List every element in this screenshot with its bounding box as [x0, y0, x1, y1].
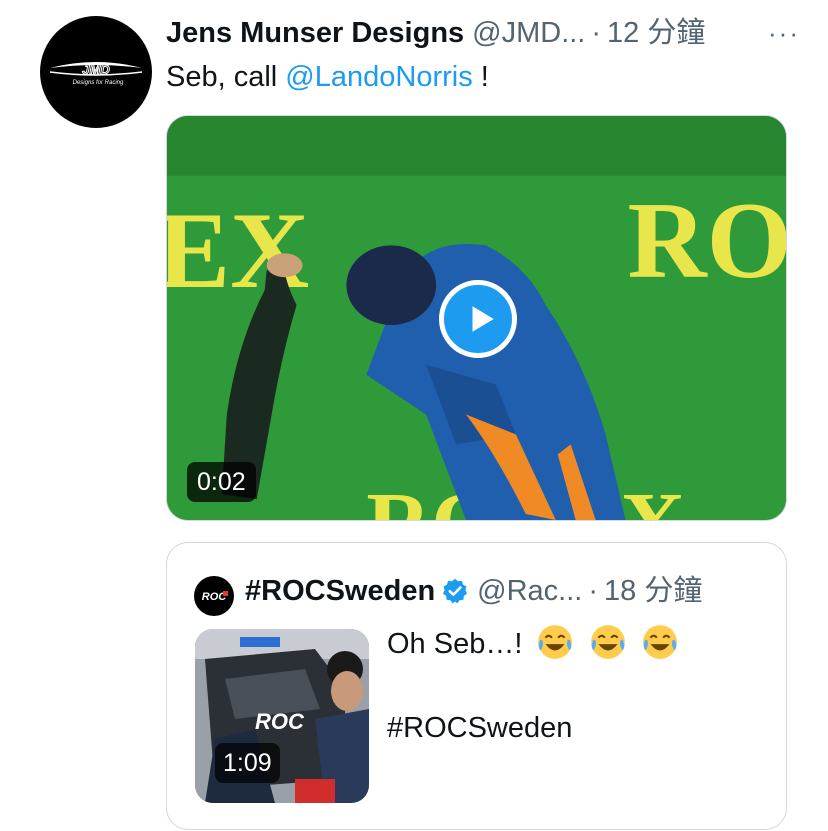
- author-name[interactable]: Jens Munser Designs: [166, 14, 464, 52]
- quoted-author-avatar[interactable]: ROC: [194, 576, 234, 616]
- mention-link[interactable]: @LandoNorris: [285, 61, 472, 93]
- author-avatar[interactable]: JMD Designs for Racing: [40, 16, 152, 128]
- quoted-separator-dot: ·: [588, 575, 599, 607]
- tweet-text: Seb, call @LandoNorris !: [166, 58, 489, 96]
- tweet-text-prefix: Seb, call: [166, 61, 286, 93]
- quoted-hashtag[interactable]: #ROCSweden: [387, 708, 679, 748]
- play-button[interactable]: [439, 280, 517, 358]
- tweet-text-suffix: !: [472, 61, 489, 93]
- play-icon: [472, 306, 494, 332]
- author-handle[interactable]: @JMD...: [472, 14, 585, 52]
- quoted-tweet[interactable]: ROC #ROCSweden @Rac... · 18 分鐘 ROC 1:09: [166, 542, 787, 830]
- quoted-author-handle[interactable]: @Rac...: [477, 572, 582, 610]
- quoted-author-name[interactable]: #ROCSweden: [245, 572, 435, 610]
- separator-dot: ·: [591, 17, 602, 49]
- video-duration: 0:02: [187, 462, 256, 502]
- quoted-video-duration: 1:09: [215, 743, 280, 783]
- quoted-tweet-header: #ROCSweden @Rac... · 18 分鐘: [245, 572, 702, 610]
- svg-text:ROC: ROC: [255, 709, 305, 734]
- joy-emoji-icon: [642, 625, 677, 659]
- more-options-icon[interactable]: ···: [768, 18, 800, 49]
- quoted-timestamp[interactable]: 18 分鐘: [604, 572, 702, 610]
- svg-text:RO: RO: [628, 179, 786, 301]
- jmd-logo: JMD Designs for Racing: [49, 62, 143, 86]
- joy-emoji-icon: [538, 625, 573, 659]
- verified-badge-icon: [443, 578, 468, 604]
- tweet-timestamp[interactable]: 12 分鐘: [607, 14, 705, 52]
- roc-logo: ROC: [202, 591, 228, 603]
- tweet-header: Jens Munser Designs @JMD... · 12 分鐘: [166, 14, 776, 52]
- quoted-text-line1: Oh Seb…!: [387, 628, 523, 660]
- quoted-tweet-text: Oh Seb…! #ROCSweden: [387, 623, 679, 748]
- joy-emoji-icon: [590, 625, 625, 659]
- video-player[interactable]: EX RO ROLEX 0:02: [166, 115, 787, 521]
- svg-text:Designs for Racing: Designs for Racing: [73, 80, 124, 86]
